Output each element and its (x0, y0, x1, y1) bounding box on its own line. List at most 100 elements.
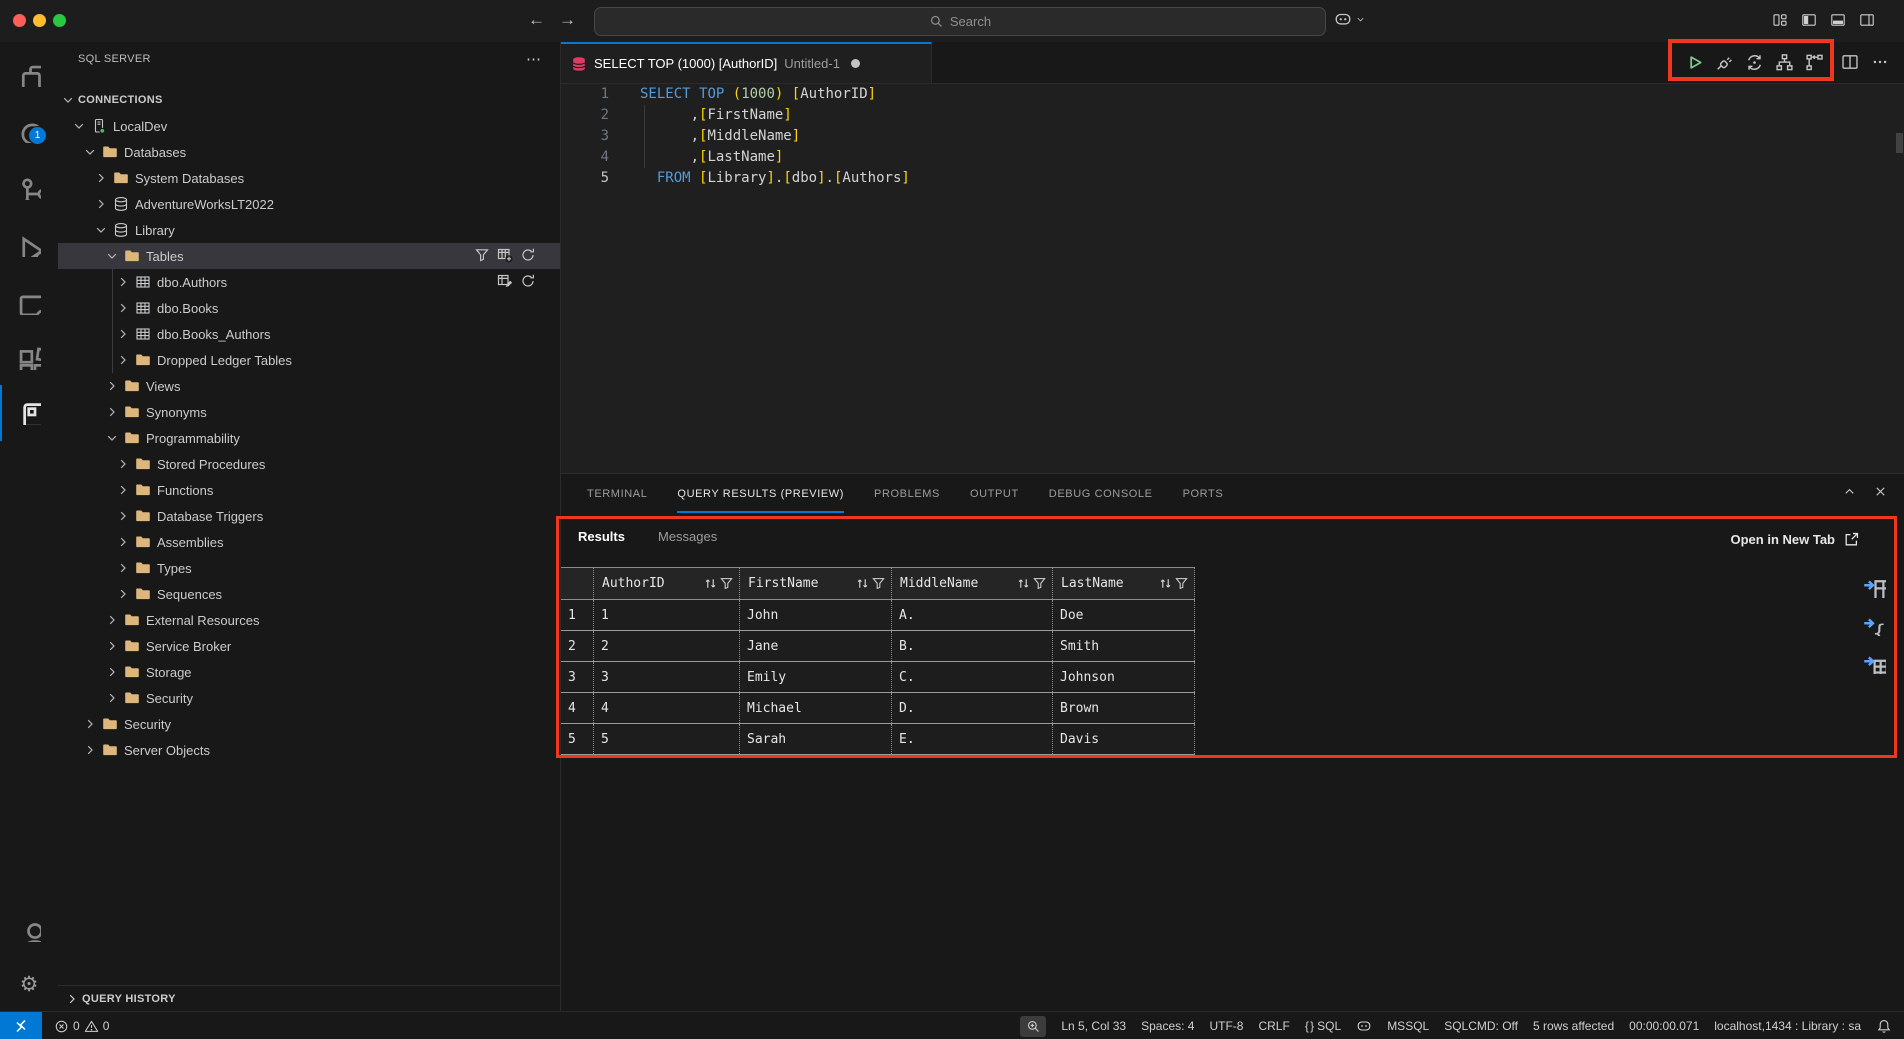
problems-indicator[interactable]: 0 0 (54, 1019, 109, 1034)
disconnect-icon[interactable] (1715, 53, 1734, 72)
mssql-indicator[interactable]: MSSQL (1387, 1019, 1429, 1033)
grid-row-1[interactable]: 11JohnA.Doe (561, 600, 1195, 631)
filter-icon[interactable] (1032, 576, 1047, 591)
remote-indicator[interactable] (0, 1012, 42, 1039)
close-panel-icon[interactable] (1873, 484, 1888, 499)
activity-item-run-debug[interactable] (0, 220, 58, 270)
activity-item-remote-explorer[interactable] (0, 278, 58, 328)
nav-forward-icon[interactable]: → (559, 10, 576, 30)
tree-item-library[interactable]: Library (58, 217, 560, 243)
grid-header-authorid[interactable]: AuthorID (594, 568, 740, 599)
open-in-new-tab-button[interactable]: Open in New Tab (1731, 531, 1861, 548)
tree-item-synonyms[interactable]: Synonyms (58, 399, 560, 425)
minimize-window-button[interactable] (33, 14, 46, 27)
activity-item-explorer[interactable] (0, 50, 58, 100)
new-table-icon[interactable] (497, 247, 514, 264)
code-line-4[interactable]: 4 ,[LastName] (561, 147, 1904, 168)
indent-indicator[interactable]: Spaces: 4 (1141, 1019, 1194, 1033)
tree-item-stored-procedures[interactable]: Stored Procedures (58, 451, 560, 477)
grid-cell[interactable]: John (740, 600, 892, 630)
grid-cell[interactable]: Davis (1053, 724, 1195, 754)
tree-item-sequences[interactable]: Sequences (58, 581, 560, 607)
activity-item-source-control[interactable] (0, 163, 58, 213)
tree-item-dbo-books-authors[interactable]: dbo.Books_Authors (58, 321, 560, 347)
grid-row-5[interactable]: 55SarahE.Davis (561, 724, 1195, 755)
query-time-indicator[interactable]: 00:00:00.071 (1629, 1019, 1699, 1033)
editor-more-actions-icon[interactable] (1871, 53, 1890, 72)
grid-cell[interactable]: 3 (594, 662, 740, 692)
activity-item-settings[interactable]: ⚙ (0, 959, 58, 1009)
tree-item-types[interactable]: Types (58, 555, 560, 581)
copilot-menu[interactable] (1334, 10, 1366, 28)
panel-tab-problems[interactable]: PROBLEMS (874, 474, 940, 514)
panel-tab-output[interactable]: OUTPUT (970, 474, 1019, 514)
tree-item-security[interactable]: Security (58, 685, 560, 711)
tree-item-localdev[interactable]: LocalDev (58, 113, 560, 139)
filter-icon[interactable] (719, 576, 734, 591)
grid-cell[interactable]: Michael (740, 693, 892, 723)
tree-item-functions[interactable]: Functions (58, 477, 560, 503)
activity-item-sql-server[interactable] (0, 388, 58, 438)
grid-cell[interactable]: Brown (1053, 693, 1195, 723)
row-number-cell[interactable]: 4 (561, 693, 594, 723)
maximize-panel-icon[interactable] (1842, 484, 1857, 499)
activity-item-accounts[interactable] (0, 905, 58, 955)
code-line-3[interactable]: 3 ,[MiddleName] (561, 126, 1904, 147)
tree-item-service-broker[interactable]: Service Broker (58, 633, 560, 659)
tree-item-server-objects[interactable]: Server Objects (58, 737, 560, 763)
tree-item-assemblies[interactable]: Assemblies (58, 529, 560, 555)
tree-item-dbo-books[interactable]: dbo.Books (58, 295, 560, 321)
tree-item-adventureworkslt2022[interactable]: AdventureWorksLT2022 (58, 191, 560, 217)
grid-row-3[interactable]: 33EmilyC.Johnson (561, 662, 1195, 693)
grid-row-2[interactable]: 22JaneB.Smith (561, 631, 1195, 662)
grid-cell[interactable]: Emily (740, 662, 892, 692)
grid-cell[interactable]: Smith (1053, 631, 1195, 661)
editor-scrollbar[interactable] (1896, 133, 1903, 153)
grid-cell[interactable]: 1 (594, 600, 740, 630)
grid-cell[interactable]: Sarah (740, 724, 892, 754)
toggle-sidebar-icon[interactable] (1801, 12, 1817, 28)
query-history-section[interactable]: QUERY HISTORY (58, 985, 560, 1011)
tree-item-dropped-ledger-tables[interactable]: Dropped Ledger Tables (58, 347, 560, 373)
grid-cell[interactable]: E. (892, 724, 1053, 754)
tree-item-programmability[interactable]: Programmability (58, 425, 560, 451)
grid-cell[interactable]: 2 (594, 631, 740, 661)
grid-cell[interactable]: Johnson (1053, 662, 1195, 692)
nav-back-icon[interactable]: ← (528, 10, 545, 30)
tree-item-system-databases[interactable]: System Databases (58, 165, 560, 191)
tree-item-storage[interactable]: Storage (58, 659, 560, 685)
more-actions-icon[interactable]: ⋯ (526, 50, 542, 68)
eol-indicator[interactable]: CRLF (1258, 1019, 1289, 1033)
filter-icon[interactable] (474, 247, 491, 264)
panel-tab-debug-console[interactable]: DEBUG CONSOLE (1049, 474, 1153, 514)
tree-item-tables[interactable]: Tables (58, 243, 560, 269)
toggle-secondary-sidebar-icon[interactable] (1859, 12, 1875, 28)
filter-icon[interactable] (1174, 576, 1189, 591)
grid-cell[interactable]: Doe (1053, 600, 1195, 630)
tab-dirty-indicator[interactable] (851, 59, 860, 68)
tree-section-connections[interactable]: CONNECTIONS (58, 87, 560, 113)
grid-cell[interactable]: B. (892, 631, 1053, 661)
grid-header-middlename[interactable]: MiddleName (892, 568, 1053, 599)
connection-indicator[interactable]: localhost,1434 : Library : sa (1714, 1019, 1861, 1033)
command-center-search[interactable]: Search (594, 7, 1326, 36)
row-number-cell[interactable]: 1 (561, 600, 594, 630)
row-number-cell[interactable]: 3 (561, 662, 594, 692)
run-query-icon[interactable] (1685, 53, 1704, 72)
tab-select-top-1000[interactable]: SELECT TOP (1000) [AuthorID] Untitled-1 (561, 42, 932, 83)
close-window-button[interactable] (13, 14, 26, 27)
code-editor[interactable]: 1SELECT TOP (1000) [AuthorID]2 ,[FirstNa… (561, 84, 1904, 473)
tab-messages[interactable]: Messages (658, 529, 717, 544)
code-line-2[interactable]: 2 ,[FirstName] (561, 105, 1904, 126)
change-connection-icon[interactable] (1745, 53, 1764, 72)
grid-cell[interactable]: D. (892, 693, 1053, 723)
sort-icon[interactable] (1016, 576, 1031, 591)
panel-tab-ports[interactable]: PORTS (1183, 474, 1224, 514)
refresh-icon[interactable] (520, 273, 537, 290)
maximize-window-button[interactable] (53, 14, 66, 27)
grid-header-lastname[interactable]: LastName (1053, 568, 1195, 599)
line-col-indicator[interactable]: Ln 5, Col 33 (1061, 1019, 1126, 1033)
language-indicator[interactable]: { }SQL (1305, 1019, 1341, 1033)
customize-layout-icon[interactable] (1772, 12, 1788, 28)
results-grid[interactable]: AuthorIDFirstNameMiddleNameLastName11Joh… (561, 567, 1195, 755)
